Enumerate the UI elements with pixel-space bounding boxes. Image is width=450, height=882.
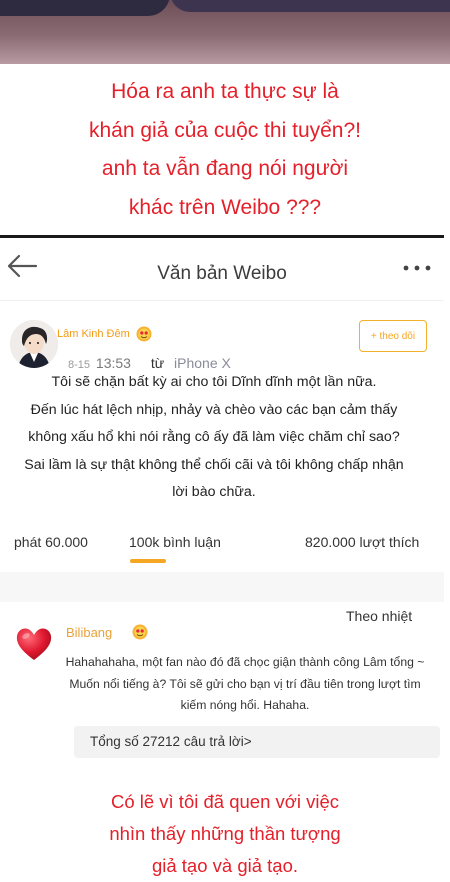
caption-bottom: Có lẽ vì tôi đã quen với việc nhìn thấy …	[0, 786, 450, 882]
caption-line: giả tạo và giả tạo.	[151, 855, 299, 876]
follow-button[interactable]: + theo dõi	[359, 320, 427, 352]
vip-badge-icon	[132, 624, 148, 640]
comment-line: Hahahahaha, một fan nào đó đã chọc giận …	[65, 655, 425, 669]
comment-line: Muốn nổi tiếng à? Tôi sẽ gửi cho bạn vị …	[69, 676, 421, 691]
nav-bar: Văn bản Weibo	[0, 238, 444, 300]
comment-body: Hahahahaha, một fan nào đó đã chọc giận …	[50, 652, 440, 717]
post-body: Tôi sẽ chặn bất kỳ ai cho tôi Dĩnh dĩnh …	[0, 369, 428, 507]
post-stats-bar: phát 60.000 100k bình luận 820.000 lượt …	[0, 520, 444, 572]
tab-comments[interactable]: 100k bình luận	[129, 534, 221, 550]
caption-line: khác trên Weibo ???	[128, 195, 322, 219]
avatar-illustration	[10, 320, 58, 368]
more-dots-icon[interactable]	[402, 264, 432, 272]
post-author[interactable]: Lâm Kinh Đêm	[57, 328, 130, 340]
post-line: Tôi sẽ chặn bất kỳ ai cho tôi Dĩnh dĩnh …	[51, 374, 377, 390]
replies-link[interactable]: Tổng số 27212 câu trả lời>	[74, 726, 440, 758]
caption-top: Hóa ra anh ta thực sự là khán giả của cu…	[0, 73, 450, 227]
comic-shadow	[0, 0, 170, 16]
comment-author[interactable]: Bilibang	[66, 625, 112, 640]
active-tab-indicator	[130, 559, 166, 563]
caption-line: Hóa ra anh ta thực sự là	[111, 80, 339, 103]
comment-section: Theo nhiệt Bilibang Hahahahaha, một fan …	[0, 602, 444, 770]
replies-count-label: Tổng số 27212 câu trả lời>	[90, 734, 252, 749]
sort-toggle[interactable]: Theo nhiệt	[346, 608, 412, 624]
caption-line: anh ta vẫn đang nói người	[101, 157, 349, 180]
post-line: Đến lúc hát lệch nhịp, nhảy và chèo vào …	[30, 401, 398, 418]
page-title: Văn bản Weibo	[157, 263, 287, 284]
avatar[interactable]	[10, 320, 58, 368]
post-line: Sai lầm là sự thật không thể chối cãi và…	[24, 456, 404, 473]
comic-shadow	[170, 0, 450, 12]
caption-line: khán giả của cuộc thi tuyển?!	[88, 118, 361, 142]
post-line: lời bào chữa.	[172, 484, 256, 500]
vip-badge-icon	[136, 326, 152, 342]
tab-likes[interactable]: 820.000 lượt thích	[305, 534, 419, 550]
post-line: không xấu hổ khi nói rằng cô ấy đã làm v…	[28, 429, 400, 445]
comic-panel-top	[0, 0, 450, 64]
caption-line: nhìn thấy những thần tượng	[109, 823, 341, 844]
caption-line: Có lẽ vì tôi đã quen với việc	[110, 791, 340, 812]
comment-line: kiếm nóng hổi. Hahaha.	[180, 698, 310, 712]
section-separator	[0, 572, 444, 602]
heart-icon[interactable]	[14, 624, 54, 664]
tab-shares[interactable]: phát 60.000	[14, 534, 88, 550]
